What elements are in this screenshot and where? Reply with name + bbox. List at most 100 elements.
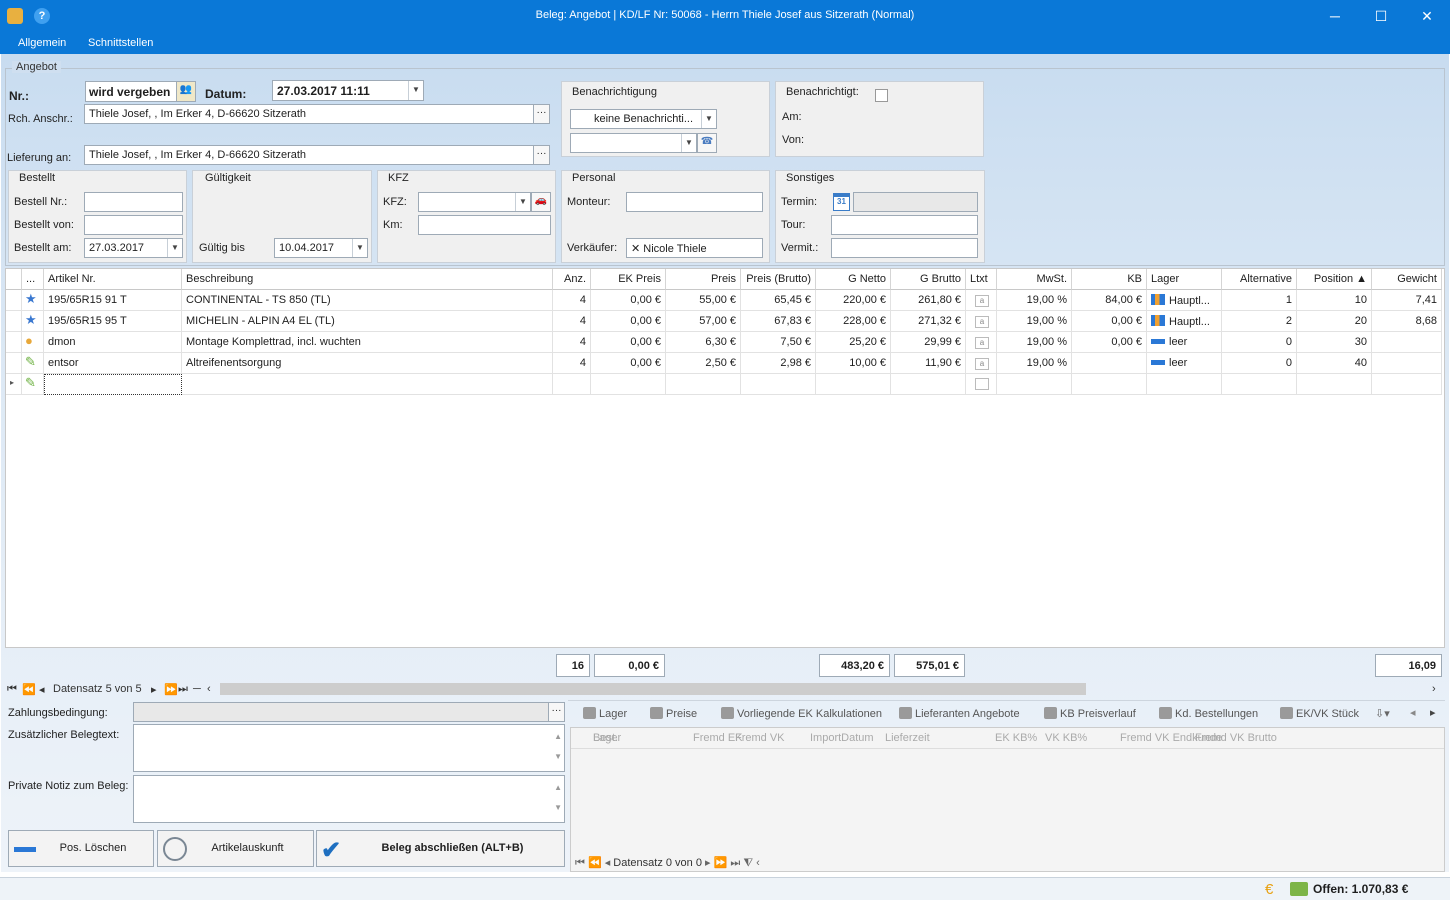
grid-new-row-cell[interactable] [1147, 374, 1222, 395]
grid-cell-preis[interactable]: 57,00 € [666, 311, 741, 332]
tabs-more-icon[interactable]: ⇩▾ [1375, 707, 1390, 720]
grid-cell-sel[interactable] [6, 332, 22, 353]
benachrichtigt-checkbox[interactable] [875, 89, 888, 102]
grid-cell-sel[interactable] [6, 311, 22, 332]
grid-new-row-cell[interactable] [182, 374, 553, 395]
grid-header-11[interactable]: MwSt. [997, 269, 1072, 290]
grid-cell-kb[interactable]: 0,00 € [1072, 332, 1147, 353]
kfz-select[interactable]: ▼ [418, 192, 531, 212]
grid-cell-lager[interactable]: leer [1147, 332, 1222, 353]
grid-cell-icon[interactable]: ★ [22, 311, 44, 332]
grid-cell-ltxt[interactable]: a [966, 290, 997, 311]
grid-cell-anz[interactable]: 4 [553, 311, 591, 332]
grid-header-12[interactable]: KB [1072, 269, 1147, 290]
benachrichtigung-dropdown-icon[interactable]: ▼ [701, 110, 716, 128]
grid-header-7[interactable]: Preis (Brutto) [741, 269, 816, 290]
nav-last-icon[interactable]: ⏭ [178, 683, 188, 696]
bestell-nr-field[interactable] [84, 192, 183, 212]
grid-cell-gewicht[interactable] [1372, 332, 1442, 353]
bestellt-am-field[interactable]: 27.03.2017 ▼ [84, 238, 183, 258]
grid-cell-alt[interactable]: 2 [1222, 311, 1297, 332]
grid-header-4[interactable]: Anz. [553, 269, 591, 290]
bestellt-am-dropdown-icon[interactable]: ▼ [167, 239, 182, 257]
grid-cell-alt[interactable]: 0 [1222, 332, 1297, 353]
tab-vorliegende-ek-kalkulationen[interactable]: Vorliegende EK Kalkulationen [721, 707, 882, 720]
grid-new-row-cell[interactable] [44, 374, 182, 395]
grid-cell-gnetto[interactable]: 25,20 € [816, 332, 891, 353]
grid-new-row-cell[interactable] [1297, 374, 1372, 395]
grid-new-row-cell[interactable] [997, 374, 1072, 395]
grid-cell-icon[interactable]: ● [22, 332, 44, 353]
menu-allgemein[interactable]: Allgemein [18, 37, 66, 49]
grid-cell-alt[interactable]: 0 [1222, 353, 1297, 374]
zahlung-field[interactable] [133, 702, 550, 722]
close-button[interactable]: ✕ [1404, 0, 1450, 32]
tab-lieferanten-angebote[interactable]: Lieferanten Angebote [899, 707, 1020, 720]
grid-new-row-cell[interactable] [553, 374, 591, 395]
customer-lookup-icon[interactable]: 👥 [176, 81, 196, 102]
nr-field[interactable]: wird vergeben [85, 81, 177, 102]
grid-header-2[interactable]: Artikel Nr. [44, 269, 182, 290]
grid-cell-alt[interactable]: 1 [1222, 290, 1297, 311]
km-field[interactable] [418, 215, 551, 235]
grid-cell-kb[interactable]: 84,00 € [1072, 290, 1147, 311]
sub-nav-first-icon[interactable]: ⏮ ⏪ ◂ [575, 857, 613, 869]
grid-cell-art[interactable]: 195/65R15 91 T [44, 290, 182, 311]
grid-new-row-cell[interactable] [591, 374, 666, 395]
grid-cell-brutto[interactable]: 65,45 € [741, 290, 816, 311]
nav-next-icon[interactable]: ▸ [151, 683, 157, 696]
zahlung-ellipsis-button[interactable]: ··· [548, 702, 565, 722]
grid-cell-desc[interactable]: Montage Komplettrad, incl. wuchten [182, 332, 553, 353]
nav-prev-page-icon[interactable]: ⏪ [22, 683, 36, 696]
grid-cell-brutto[interactable]: 67,83 € [741, 311, 816, 332]
grid-header-16[interactable]: Gewicht [1372, 269, 1442, 290]
grid-header-1[interactable]: ... [22, 269, 44, 290]
sub-nav-next-icon[interactable]: ▸ ⏩ ⏭ ⧨ ‹ [705, 857, 760, 869]
grid-new-row-cell[interactable] [1222, 374, 1297, 395]
grid-cell-mwst[interactable]: 19,00 % [997, 290, 1072, 311]
grid-cell-kb[interactable]: 0,00 € [1072, 311, 1147, 332]
grid-cell-anz[interactable]: 4 [553, 290, 591, 311]
kfz-dropdown-icon[interactable]: ▼ [515, 193, 530, 211]
lieferung-field[interactable]: Thiele Josef, , Im Erker 4, D-66620 Sitz… [84, 145, 534, 165]
detail-column-header[interactable]: Best. [593, 732, 618, 744]
monteur-field[interactable] [626, 192, 763, 212]
vermit-field[interactable] [831, 238, 978, 258]
menu-schnittstellen[interactable]: Schnittstellen [88, 37, 153, 49]
grid-cell-ltxt[interactable]: a [966, 332, 997, 353]
beleg-abschliessen-button[interactable]: ✔ Beleg abschließen (ALT+B) [316, 830, 565, 867]
grid-cell-lager[interactable]: leer [1147, 353, 1222, 374]
tab-lager[interactable]: Lager [583, 707, 627, 720]
phone-icon[interactable]: ☎ [697, 133, 717, 153]
long-text-icon[interactable]: a [975, 295, 989, 307]
scroll-left-icon[interactable]: ‹ [207, 683, 211, 695]
grid-cell-ek[interactable]: 0,00 € [591, 311, 666, 332]
grid-cell-mwst[interactable]: 19,00 % [997, 353, 1072, 374]
grid-header-6[interactable]: Preis [666, 269, 741, 290]
horizontal-scrollbar[interactable] [220, 683, 1086, 695]
tab-kb-preisverlauf[interactable]: KB Preisverlauf [1044, 707, 1136, 720]
grid-cell-pos[interactable]: 10 [1297, 290, 1372, 311]
grid-header-15[interactable]: Position ▲ [1297, 269, 1372, 290]
tabs-prev-icon[interactable]: ◂ [1410, 706, 1416, 719]
grid-cell-pos[interactable]: 40 [1297, 353, 1372, 374]
grid-header-5[interactable]: EK Preis [591, 269, 666, 290]
tab-preise[interactable]: Preise [650, 707, 697, 720]
grid-cell-kb[interactable] [1072, 353, 1147, 374]
nav-first-icon[interactable]: ⏮ [7, 683, 17, 696]
long-text-icon[interactable]: a [975, 316, 989, 328]
tab-kd-bestellungen[interactable]: Kd. Bestellungen [1159, 707, 1258, 720]
grid-cell-gnetto[interactable]: 220,00 € [816, 290, 891, 311]
grid-cell-anz[interactable]: 4 [553, 353, 591, 374]
nav-next-page-icon[interactable]: ⏩ [164, 683, 178, 696]
rch-anschr-field[interactable]: Thiele Josef, , Im Erker 4, D-66620 Sitz… [84, 104, 534, 124]
long-text-icon[interactable]: a [975, 337, 989, 349]
grid-cell-ltxt[interactable]: a [966, 353, 997, 374]
grid-header-selector[interactable] [6, 269, 22, 290]
grid-cell-pos[interactable]: 30 [1297, 332, 1372, 353]
detail-column-header[interactable]: Fremd VK [735, 732, 785, 744]
grid-header-9[interactable]: G Brutto [891, 269, 966, 290]
grid-cell-gbrutto[interactable]: 11,90 € [891, 353, 966, 374]
grid-new-row-cell[interactable]: ▸ [6, 374, 22, 395]
grid-cell-gnetto[interactable]: 10,00 € [816, 353, 891, 374]
